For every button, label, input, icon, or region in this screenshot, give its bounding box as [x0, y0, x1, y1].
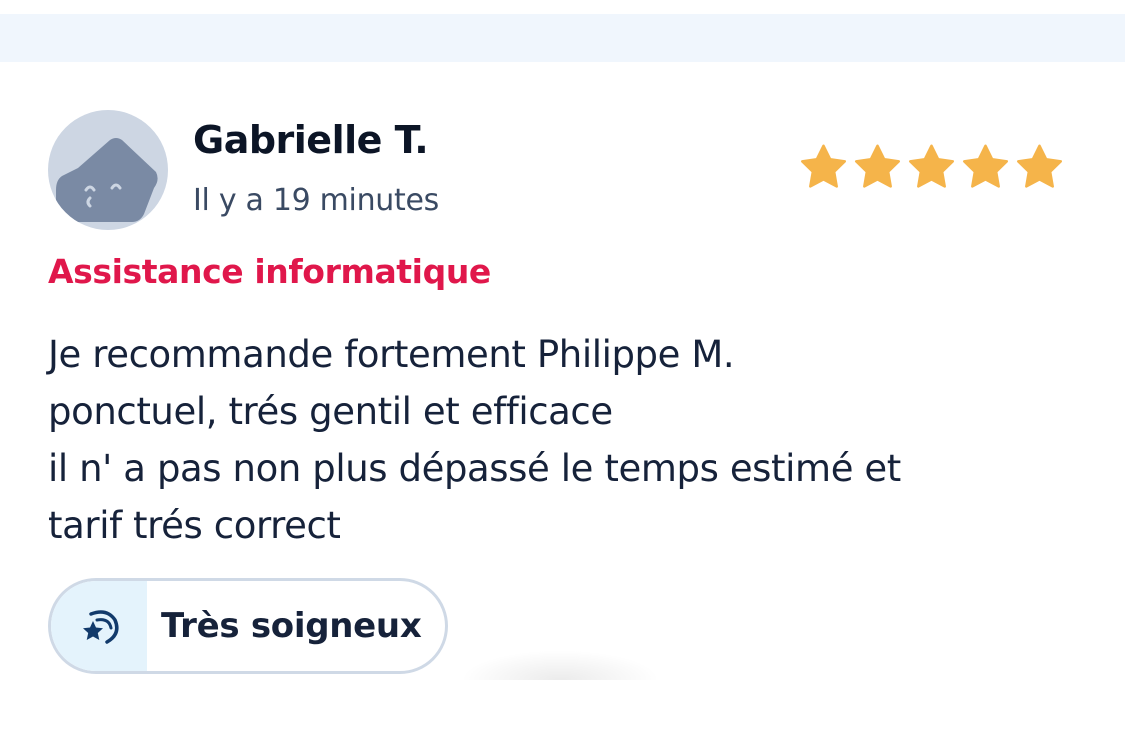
bottom-shadow [460, 650, 660, 680]
star-icon [800, 144, 847, 188]
star-icon [1016, 144, 1063, 188]
tag-icon-container [51, 581, 147, 671]
review-text-line: il n' a pas non plus dépassé le temps es… [48, 447, 901, 490]
star-icon [908, 144, 955, 188]
service-category: Assistance informatique [48, 252, 491, 291]
tag-label: Très soigneux [161, 606, 422, 646]
quality-tag: Très soigneux [48, 578, 448, 674]
review-text-line: Je recommande fortement Philippe M. [48, 333, 735, 376]
top-band [0, 14, 1125, 62]
star-icon [854, 144, 901, 188]
review-text-line: tarif trés correct [48, 504, 341, 547]
review-text: Je recommande fortement Philippe M. ponc… [48, 326, 1078, 554]
review-text-line: ponctuel, trés gentil et efficace [48, 390, 613, 433]
avatar-face-icon [56, 138, 158, 222]
star-icon [962, 144, 1009, 188]
review-time: Il y a 19 minutes [193, 183, 439, 218]
review-card: Gabrielle T. Il y a 19 minutes Assistanc… [0, 62, 1125, 734]
shooting-star-icon [83, 610, 119, 644]
avatar [48, 110, 168, 230]
author-name: Gabrielle T. [193, 118, 429, 162]
star-rating [798, 142, 1065, 198]
